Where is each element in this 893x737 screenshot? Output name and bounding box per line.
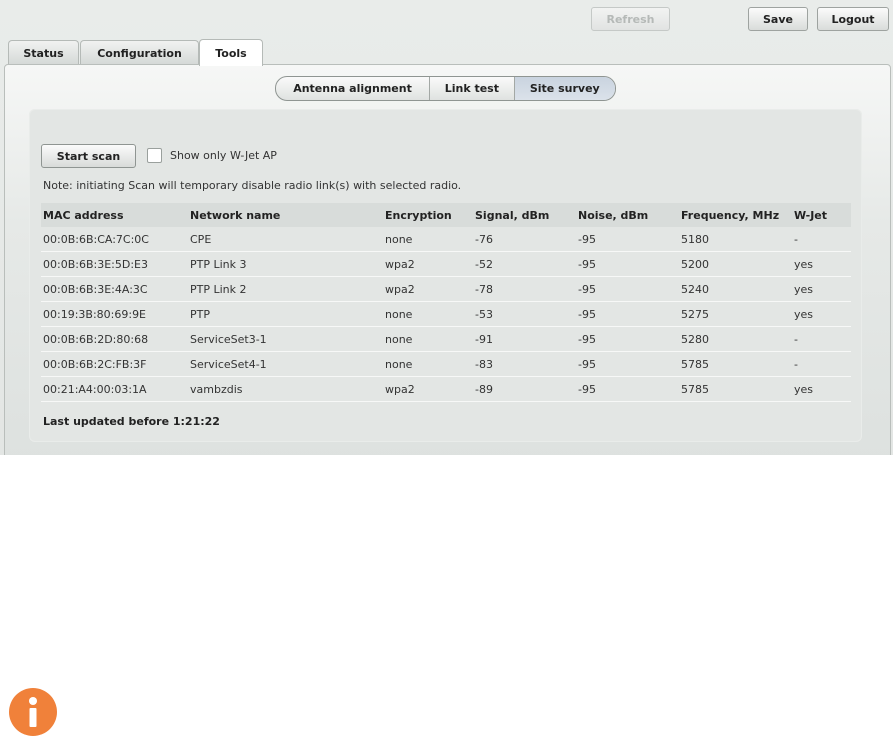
cell-mac: 00:19:3B:80:69:9E: [43, 307, 147, 321]
cell-frequency: 5180: [681, 232, 709, 246]
subtab-antenna-alignment[interactable]: Antenna alignment: [276, 77, 431, 100]
table-row[interactable]: 00:0B:6B:2C:FB:3F ServiceSet4-1 none -83 -95…: [41, 352, 851, 377]
cell-network: PTP Link 2: [190, 282, 247, 296]
table-body: 00:0B:6B:CA:7C:0C CPE none -76 -95 5180-00:0B…: [41, 227, 851, 402]
cell-network: CPE: [190, 232, 212, 246]
start-scan-button[interactable]: Start scan: [41, 144, 136, 168]
refresh-button[interactable]: Refresh: [591, 7, 670, 31]
show-wjet-only-label: Show only W-Jet AP: [170, 149, 277, 162]
cell-noise: -95: [578, 382, 596, 396]
cell-noise: -95: [578, 257, 596, 271]
cell-frequency: 5200: [681, 257, 709, 271]
scan-note: Note: initiating Scan will temporary dis…: [43, 179, 462, 192]
cell-signal: -53: [475, 307, 493, 321]
cell-mac: 00:0B:6B:3E:5D:E3: [43, 257, 148, 271]
cell-signal: -52: [475, 257, 493, 271]
table-row[interactable]: 00:21:A4:00:03:1A vambzdis wpa2 -89 -95 5785 y…: [41, 377, 851, 402]
tab-status[interactable]: Status: [8, 40, 79, 65]
table-row[interactable]: 00:0B:6B:CA:7C:0C CPE none -76 -95 5180 -: [41, 227, 851, 252]
cell-network: PTP Link 3: [190, 257, 247, 271]
tab-tools[interactable]: Tools: [199, 39, 263, 66]
cell-wjet: yes: [794, 307, 814, 321]
cell-wjet: -: [794, 332, 798, 346]
cell-noise: -95: [578, 357, 596, 371]
cell-encryption: none: [385, 357, 413, 371]
cell-mac: 00:0B:6B:CA:7C:0C: [43, 232, 149, 246]
table-row[interactable]: 00:0B:6B:2D:80:68 ServiceSet3-1 none -91 -95…: [41, 327, 851, 352]
cell-encryption: wpa2: [385, 282, 415, 296]
cell-network: PTP: [190, 307, 210, 321]
column-header-signal: Signal, dBm: [475, 208, 550, 222]
cell-network: vambzdis: [190, 382, 243, 396]
app-window: Refresh Save Logout Status Configuration…: [0, 0, 893, 455]
cell-noise: -95: [578, 232, 596, 246]
show-wjet-only-checkbox[interactable]: [147, 148, 162, 163]
cell-encryption: wpa2: [385, 382, 415, 396]
cell-network: ServiceSet3-1: [190, 332, 267, 346]
cell-frequency: 5240: [681, 282, 709, 296]
cell-wjet: -: [794, 357, 798, 371]
cell-frequency: 5785: [681, 357, 709, 371]
cell-wjet: -: [794, 232, 798, 246]
table-row[interactable]: 00:0B:6B:3E:5D:E3 PTP Link 3 wpa2 -52 -95 520…: [41, 252, 851, 277]
info-icon: [9, 688, 57, 736]
subtab-site-survey[interactable]: Site survey: [514, 77, 615, 100]
cell-mac: 00:0B:6B:2C:FB:3F: [43, 357, 147, 371]
column-header-frequency: Frequency, MHz: [681, 208, 780, 222]
cell-frequency: 5275: [681, 307, 709, 321]
cell-encryption: none: [385, 232, 413, 246]
cell-encryption: none: [385, 307, 413, 321]
last-updated-text: Last updated before 1:21:22: [43, 415, 220, 428]
cell-signal: -89: [475, 382, 493, 396]
cell-noise: -95: [578, 332, 596, 346]
cell-signal: -76: [475, 232, 493, 246]
table-row[interactable]: 00:19:3B:80:69:9E PTP none -53 -95 5275 yes: [41, 302, 851, 327]
cell-network: ServiceSet4-1: [190, 357, 267, 371]
cell-frequency: 5280: [681, 332, 709, 346]
save-button[interactable]: Save: [748, 7, 808, 31]
cell-mac: 00:0B:6B:3E:4A:3C: [43, 282, 148, 296]
cell-mac: 00:0B:6B:2D:80:68: [43, 332, 149, 346]
cell-noise: -95: [578, 282, 596, 296]
logout-button[interactable]: Logout: [817, 7, 889, 31]
column-header-noise: Noise, dBm: [578, 208, 649, 222]
cell-wjet: yes: [794, 382, 814, 396]
cell-signal: -91: [475, 332, 493, 346]
cell-signal: -78: [475, 282, 493, 296]
tools-subtabs: Antenna alignment Link test Site survey: [275, 76, 616, 101]
table-row[interactable]: 00:0B:6B:3E:4A:3C PTP Link 2 wpa2 -78 -95 524…: [41, 277, 851, 302]
tab-configuration[interactable]: Configuration: [80, 40, 199, 65]
cell-noise: -95: [578, 307, 596, 321]
cell-wjet: yes: [794, 282, 814, 296]
cell-encryption: wpa2: [385, 257, 415, 271]
column-header-encryption: Encryption: [385, 208, 452, 222]
cell-mac: 00:21:A4:00:03:1A: [43, 382, 147, 396]
table-header: MAC address Network name Encryption Sign…: [41, 203, 851, 227]
cell-encryption: none: [385, 332, 413, 346]
cell-signal: -83: [475, 357, 493, 371]
column-header-wjet: W-Jet: [794, 208, 828, 222]
site-survey-table: MAC address Network name Encryption Sign…: [41, 203, 851, 402]
subtab-link-test[interactable]: Link test: [430, 77, 515, 100]
cell-frequency: 5785: [681, 382, 709, 396]
column-header-mac: MAC address: [43, 208, 124, 222]
column-header-network: Network name: [190, 208, 281, 222]
cell-wjet: yes: [794, 257, 814, 271]
